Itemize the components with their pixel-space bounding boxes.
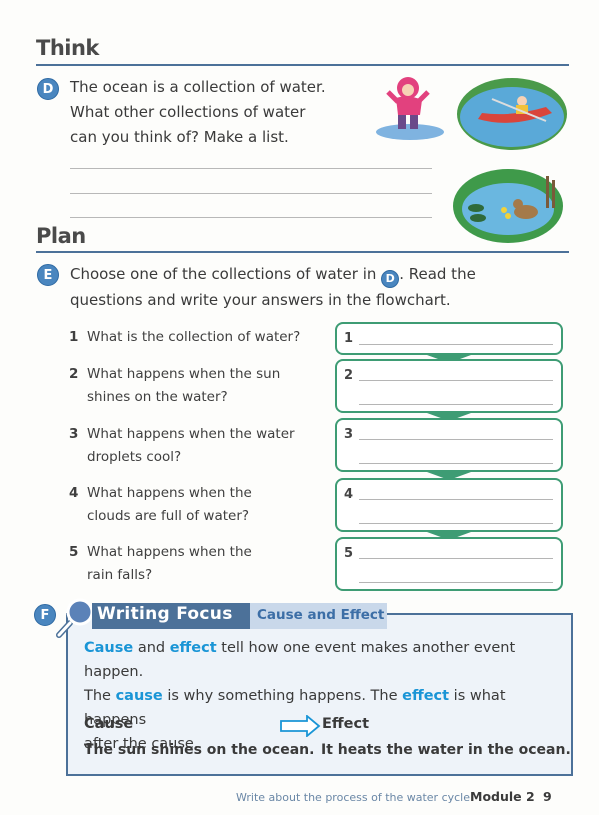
think-question-line-3: can you think of? Make a list. [70, 128, 289, 146]
flowchart-answer-line[interactable] [359, 463, 553, 464]
writing-focus-subtitle: Cause and Effect [257, 607, 385, 623]
footer-module: Module 2 [470, 789, 535, 804]
question-text: droplets cool? [87, 449, 182, 465]
question-5: 5 What happens when the rain falls? [69, 541, 252, 587]
think-divider [36, 64, 569, 66]
flowchart-box-number: 3 [344, 427, 354, 442]
plan-instruction-part2: . Read the [399, 265, 476, 283]
question-text: What is the collection of water? [87, 329, 301, 345]
question-number: 3 [69, 426, 79, 442]
text: and [133, 640, 170, 656]
effect-example: It heats the water in the ocean. [321, 742, 571, 758]
cause-example: The sun shines on the ocean. [84, 742, 315, 758]
question-number: 5 [69, 544, 79, 560]
plan-instruction-line2: questions and write your answers in the … [70, 290, 451, 309]
question-text: What happens when the [87, 544, 252, 560]
question-4: 4 What happens when the clouds are full o… [69, 482, 252, 528]
keyword-effect: effect [402, 688, 450, 704]
plan-heading: Plan [36, 224, 86, 248]
question-text: shines on the water? [87, 389, 228, 405]
flowchart-answer-line[interactable] [359, 523, 553, 524]
page-number: 9 [543, 789, 552, 804]
flowchart-answer-line[interactable] [359, 404, 553, 405]
question-text: rain falls? [87, 567, 153, 583]
flowchart-answer-line[interactable] [359, 558, 553, 559]
think-question: The ocean is a collection of water. What… [70, 75, 370, 150]
question-text: What happens when the sun [87, 366, 281, 382]
flowchart-box-number: 2 [344, 368, 354, 383]
text: is why something happens. The [162, 688, 403, 704]
question-1: 1 What is the collection of water? [69, 326, 300, 349]
activity-badge-f: F [34, 604, 56, 626]
activity-badge-e: E [37, 264, 59, 286]
question-number: 1 [69, 329, 79, 345]
keyword-cause: cause [115, 688, 163, 704]
flowchart-box-4[interactable]: 4 [335, 478, 563, 532]
question-number: 2 [69, 366, 79, 382]
text: The [84, 688, 116, 704]
reference-badge-d: D [381, 269, 400, 288]
flowchart-answer-line[interactable] [359, 499, 553, 500]
answer-line-3[interactable] [70, 217, 432, 218]
flowchart-answer-line[interactable] [359, 439, 553, 440]
think-heading: Think [36, 36, 99, 60]
answer-line-2[interactable] [70, 193, 432, 194]
keyword-cause: Cause [84, 640, 134, 656]
keyword-effect: effect [169, 640, 217, 656]
writing-focus-title: Writing Focus [97, 604, 233, 624]
flowchart-box-5[interactable]: 5 [335, 537, 563, 591]
flowchart-answer-line[interactable] [359, 344, 553, 345]
writing-focus-explanation: Cause and effect tell how one event make… [84, 636, 564, 756]
flowchart-box-1[interactable]: 1 [335, 322, 563, 355]
answer-line-1[interactable] [70, 168, 432, 169]
cause-label: Cause [84, 716, 134, 732]
flowchart-box-number: 5 [344, 546, 354, 561]
question-3: 3 What happens when the water droplets co… [69, 423, 295, 469]
girl-splashing-puddle-illustration [376, 77, 444, 140]
plan-divider [36, 251, 569, 253]
kayak-river-illustration [457, 78, 567, 150]
effect-label: Effect [322, 716, 370, 732]
footer-description: Write about the process of the water cyc… [236, 791, 471, 804]
question-text: What happens when the [87, 485, 252, 501]
flowchart-box-number: 1 [344, 331, 354, 346]
flowchart-box-2[interactable]: 2 [335, 359, 563, 413]
think-question-line-2: What other collections of water [70, 103, 306, 121]
flowchart-box-3[interactable]: 3 [335, 418, 563, 472]
activity-badge-d: D [37, 78, 59, 100]
flowchart-answer-line[interactable] [359, 582, 553, 583]
plan-instruction: Choose one of the collections of water i… [70, 262, 550, 313]
question-2: 2 What happens when the sun shines on the… [69, 363, 280, 409]
question-text: clouds are full of water? [87, 508, 250, 524]
think-question-line-1: The ocean is a collection of water. [70, 78, 326, 96]
plan-instruction-part1: Choose one of the collections of water i… [70, 265, 377, 283]
question-number: 4 [69, 485, 79, 501]
flowchart-answer-line[interactable] [359, 380, 553, 381]
arrow-right-icon [280, 715, 321, 737]
duck-pond-illustration [453, 169, 563, 243]
flowchart-box-number: 4 [344, 487, 354, 502]
question-text: What happens when the water [87, 426, 295, 442]
